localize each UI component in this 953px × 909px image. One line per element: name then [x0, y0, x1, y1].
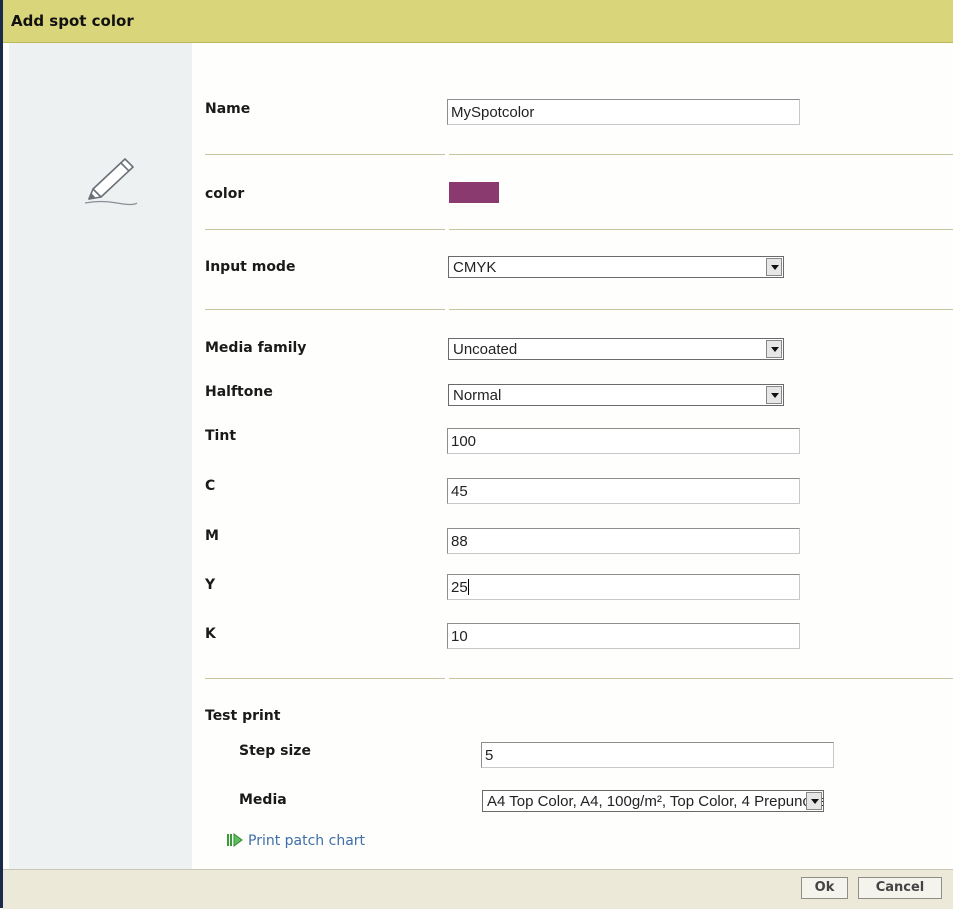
play-arrow-icon — [227, 833, 243, 847]
color-swatch — [449, 182, 499, 203]
media-family-value: Uncoated — [453, 341, 518, 358]
test-print-heading: Test print — [205, 708, 281, 724]
magenta-input[interactable]: 88 — [447, 528, 800, 554]
magenta-label: M — [205, 528, 219, 544]
media-select[interactable]: A4 Top Color, A4, 100g/m², Top Color, 4 … — [482, 790, 824, 812]
chevron-down-icon[interactable] — [766, 258, 782, 276]
dialog-title: Add spot color — [11, 12, 134, 30]
halftone-label: Halftone — [205, 384, 273, 400]
print-patch-chart-link[interactable]: Print patch chart — [227, 833, 365, 849]
color-label: color — [205, 186, 245, 202]
add-spot-color-dialog: Add spot color Name MySpotcolor color In… — [0, 0, 953, 909]
divider — [449, 154, 953, 155]
chevron-down-icon[interactable] — [806, 792, 822, 810]
yellow-value: 25 — [451, 579, 468, 596]
step-size-label: Step size — [239, 743, 311, 759]
dialog-title-bar: Add spot color — [3, 0, 953, 43]
media-family-select[interactable]: Uncoated — [448, 338, 784, 360]
media-family-label: Media family — [205, 340, 307, 356]
input-mode-select[interactable]: CMYK — [448, 256, 784, 278]
name-label: Name — [205, 101, 251, 117]
pencil-icon — [84, 158, 138, 206]
media-value: A4 Top Color, A4, 100g/m², Top Color, 4 … — [487, 793, 824, 810]
input-mode-label: Input mode — [205, 259, 296, 275]
name-input[interactable]: MySpotcolor — [447, 99, 800, 125]
divider — [205, 678, 445, 679]
cyan-input[interactable]: 45 — [447, 478, 800, 504]
divider — [449, 229, 953, 230]
text-cursor — [467, 579, 469, 595]
input-mode-value: CMYK — [453, 259, 497, 276]
black-label: K — [205, 626, 216, 642]
divider — [205, 309, 445, 310]
print-patch-chart-label: Print patch chart — [248, 833, 366, 849]
media-label: Media — [239, 792, 287, 808]
halftone-select[interactable]: Normal — [448, 384, 784, 406]
black-input[interactable]: 10 — [447, 623, 800, 649]
halftone-value: Normal — [453, 387, 502, 404]
divider — [205, 229, 445, 230]
yellow-input[interactable]: 25 — [447, 574, 800, 600]
cancel-button[interactable]: Cancel — [858, 877, 942, 899]
divider — [205, 154, 445, 155]
cyan-label: C — [205, 478, 216, 494]
tint-label: Tint — [205, 428, 237, 444]
chevron-down-icon[interactable] — [766, 340, 782, 358]
tint-input[interactable]: 100 — [447, 428, 800, 454]
sidebar — [9, 43, 192, 869]
chevron-down-icon[interactable] — [766, 386, 782, 404]
step-size-input[interactable]: 5 — [481, 742, 834, 768]
yellow-label: Y — [205, 577, 216, 593]
divider — [449, 309, 953, 310]
ok-button[interactable]: Ok — [801, 877, 848, 899]
divider — [449, 678, 953, 679]
